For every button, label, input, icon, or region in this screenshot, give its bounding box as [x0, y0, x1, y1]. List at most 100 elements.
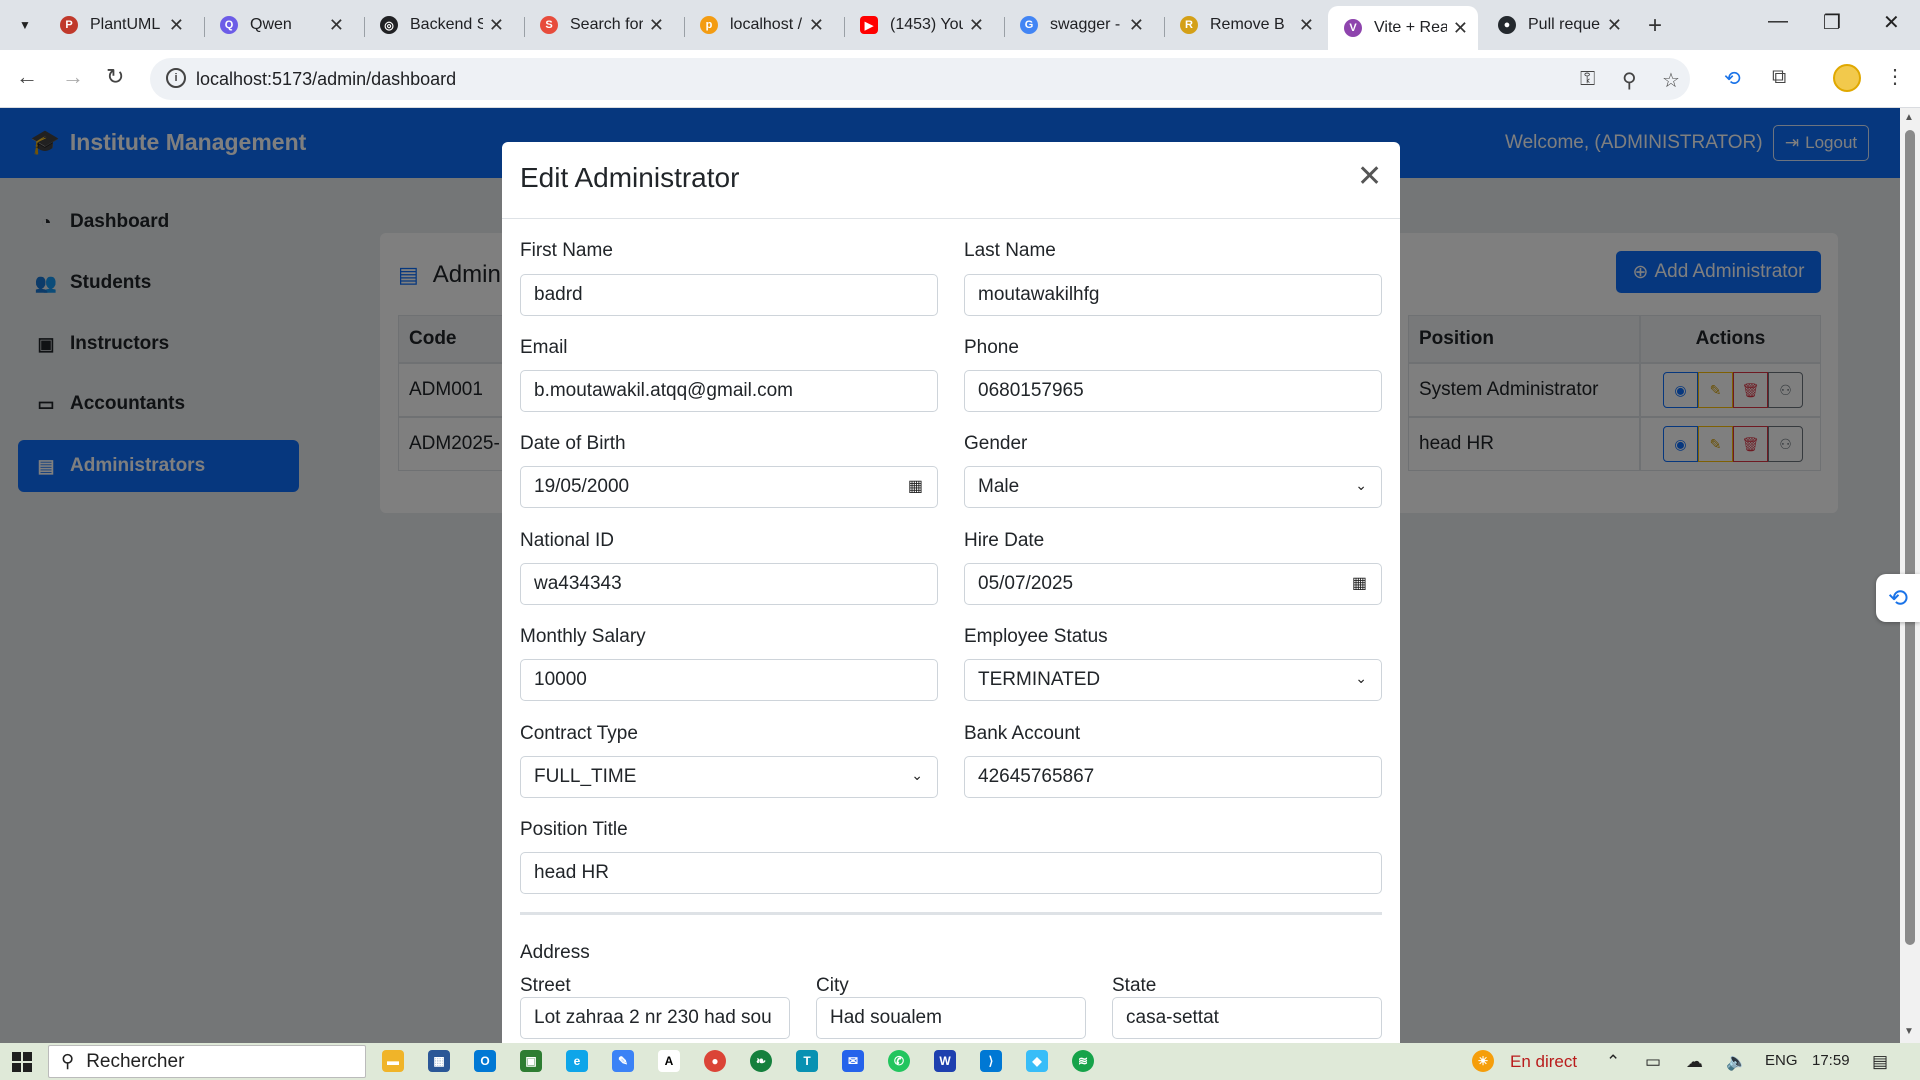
bank-account-label: Bank Account	[964, 723, 1081, 744]
extensions-puzzle-icon[interactable]: ⧉	[1772, 66, 1786, 89]
tab-close-icon[interactable]: ✕	[329, 15, 344, 36]
password-key-icon[interactable]: ⚿	[1580, 68, 1595, 91]
tab-close-icon[interactable]: ✕	[649, 15, 664, 36]
scrollbar-thumb[interactable]	[1905, 130, 1915, 945]
last-name-input[interactable]: moutawakilhfg	[964, 274, 1382, 316]
tab-close-icon[interactable]: ✕	[1129, 15, 1144, 36]
font-app-icon[interactable]: A	[658, 1050, 680, 1072]
address-bar[interactable]: i localhost:5173/admin/dashboard ⚿ ⚲ ☆	[150, 58, 1690, 100]
mail-icon[interactable]: ✉	[842, 1050, 864, 1072]
close-icon[interactable]: ✕	[1357, 162, 1382, 192]
site-info-icon[interactable]: i	[166, 68, 186, 88]
bookmark-star-icon[interactable]: ☆	[1662, 68, 1680, 93]
browser-tab[interactable]: P PlantUML ✕	[44, 7, 194, 43]
scroll-up-icon[interactable]: ▲	[1904, 112, 1914, 123]
word-icon[interactable]: W	[934, 1050, 956, 1072]
browser-tab[interactable]: ● Pull reque ✕	[1482, 7, 1632, 43]
bank-account-input[interactable]: 42645765867	[964, 756, 1382, 798]
calculator-icon[interactable]: ▦	[428, 1050, 450, 1072]
browser-tab[interactable]: Q Qwen ✕	[204, 7, 354, 43]
browser-tab-strip: ▼ P PlantUML ✕ Q Qwen ✕ ◎ Backend S ✕ S …	[0, 0, 1920, 50]
tab-close-icon[interactable]: ✕	[169, 15, 184, 36]
search-icon: ⚲	[61, 1051, 75, 1071]
employee-status-select[interactable]: TERMINATED ⌄	[964, 659, 1382, 701]
app-icon[interactable]: ▣	[520, 1050, 542, 1072]
minimize-icon[interactable]: —	[1768, 10, 1788, 33]
chrome-icon[interactable]: ●	[704, 1050, 726, 1072]
browser-tab[interactable]: ▶ (1453) You ✕	[844, 7, 994, 43]
file-explorer-icon[interactable]: ▬	[382, 1050, 404, 1072]
taskbar-search-box[interactable]: ⚲ Rechercher	[48, 1045, 366, 1078]
window-close-icon[interactable]: ✕	[1883, 10, 1900, 35]
phone-input[interactable]: 0680157965	[964, 370, 1382, 412]
browser-tab[interactable]: p localhost / ✕	[684, 7, 834, 43]
network-icon[interactable]: ☁	[1686, 1052, 1703, 1072]
windows-start-icon[interactable]	[12, 1052, 32, 1072]
app-bird-icon[interactable]: ◆	[1026, 1050, 1048, 1072]
tab-close-icon[interactable]: ✕	[489, 15, 504, 36]
back-arrow-icon[interactable]: ←	[16, 64, 38, 90]
floating-sync-icon[interactable]: ⟲	[1876, 574, 1920, 622]
first-name-input[interactable]: badrd	[520, 274, 938, 316]
zoom-icon[interactable]: ⚲	[1622, 68, 1637, 93]
paint-icon[interactable]: ✎	[612, 1050, 634, 1072]
notifications-icon[interactable]: ▤	[1872, 1052, 1888, 1072]
reload-icon[interactable]: ↻	[106, 64, 124, 90]
gender-select[interactable]: Male ⌄	[964, 466, 1382, 508]
date-of-birth-value: 19/05/2000	[534, 476, 630, 497]
whatsapp-icon[interactable]: ✆	[888, 1050, 910, 1072]
extension-sync-icon[interactable]: ⟲	[1724, 66, 1741, 91]
modal-title: Edit Administrator	[520, 162, 740, 193]
monthly-salary-input[interactable]: 10000	[520, 659, 938, 701]
spotify-icon[interactable]: ≋	[1072, 1050, 1094, 1072]
calendar-icon[interactable]: ▦	[1352, 573, 1367, 593]
city-input[interactable]: Had soualem	[816, 997, 1086, 1039]
date-of-birth-input[interactable]: 19/05/2000 ▦	[520, 466, 938, 508]
clock-time[interactable]: 17:59	[1812, 1052, 1850, 1069]
browser-tab-active[interactable]: V Vite + Rea ✕	[1328, 6, 1478, 50]
scroll-down-icon[interactable]: ▼	[1904, 1026, 1914, 1037]
email-field[interactable]: b.moutawakil.atqq@gmail.com	[520, 370, 938, 412]
vscode-icon[interactable]: ⟩	[980, 1050, 1002, 1072]
app-t-icon[interactable]: T	[796, 1050, 818, 1072]
news-live-text[interactable]: En direct	[1510, 1052, 1577, 1072]
edge-icon[interactable]: e	[566, 1050, 588, 1072]
outlook-icon[interactable]: O	[474, 1050, 496, 1072]
state-input[interactable]: casa-settat	[1112, 997, 1382, 1039]
browser-tab[interactable]: R Remove B ✕	[1164, 7, 1324, 43]
new-tab-plus-icon[interactable]: +	[1648, 12, 1662, 40]
weather-icon[interactable]: ☀	[1472, 1050, 1494, 1072]
national-id-input[interactable]: wa434343	[520, 563, 938, 605]
calendar-icon[interactable]: ▦	[908, 476, 923, 496]
chevron-down-icon: ⌄	[1355, 670, 1367, 686]
tab-close-icon[interactable]: ✕	[969, 15, 984, 36]
contract-type-select[interactable]: FULL_TIME ⌄	[520, 756, 938, 798]
browser-menu-icon[interactable]: ⋮	[1885, 64, 1905, 89]
date-of-birth-label: Date of Birth	[520, 433, 626, 454]
tab-close-icon[interactable]: ✕	[809, 15, 824, 36]
profile-avatar[interactable]	[1833, 64, 1861, 92]
volume-icon[interactable]: 🔈	[1726, 1052, 1747, 1072]
language-indicator[interactable]: ENG	[1765, 1052, 1798, 1069]
restore-icon[interactable]: ❐	[1823, 10, 1841, 35]
app-leaf-icon[interactable]: ❧	[750, 1050, 772, 1072]
qwen-icon: Q	[220, 16, 238, 34]
national-id-label: National ID	[520, 530, 614, 551]
tab-search-chevron-icon[interactable]: ▼	[12, 12, 38, 38]
browser-tab[interactable]: ◎ Backend S ✕	[364, 7, 514, 43]
battery-icon[interactable]: ▭	[1645, 1052, 1661, 1072]
contract-type-label: Contract Type	[520, 723, 638, 744]
url-text[interactable]: localhost:5173/admin/dashboard	[196, 69, 456, 90]
position-title-input[interactable]: head HR	[520, 852, 1382, 894]
browser-tab[interactable]: G swagger - ✕	[1004, 7, 1154, 43]
tab-close-icon[interactable]: ✕	[1299, 15, 1314, 36]
street-input[interactable]: Lot zahraa 2 nr 230 had sou	[520, 997, 790, 1039]
browser-tab[interactable]: S Search for ✕	[524, 7, 674, 43]
browser-toolbar: ← → ↻ i localhost:5173/admin/dashboard ⚿…	[0, 50, 1920, 108]
tab-close-icon[interactable]: ✕	[1453, 18, 1468, 39]
tab-close-icon[interactable]: ✕	[1607, 15, 1622, 36]
tray-chevron-up-icon[interactable]: ⌃	[1606, 1052, 1620, 1072]
hire-date-input[interactable]: 05/07/2025 ▦	[964, 563, 1382, 605]
edit-administrator-modal: Edit Administrator ✕ First Name badrd La…	[502, 142, 1400, 1043]
forward-arrow-icon[interactable]: →	[62, 64, 84, 90]
